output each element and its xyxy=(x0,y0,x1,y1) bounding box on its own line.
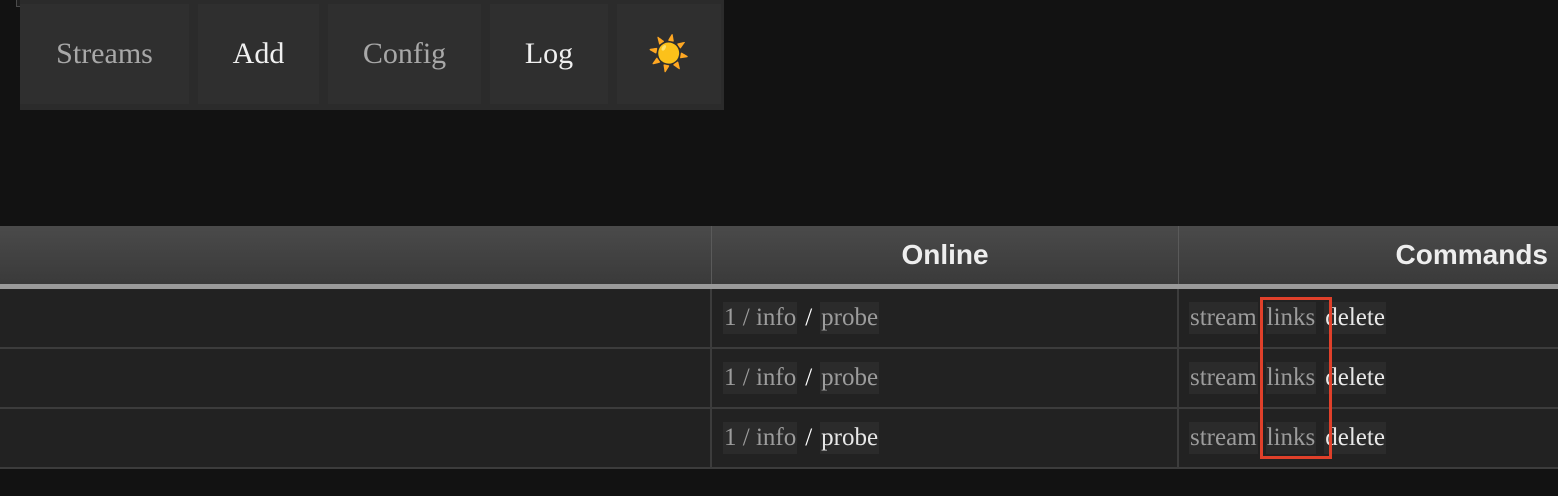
commands-cell: stream links delete xyxy=(1179,289,1558,347)
stream-name-cell xyxy=(0,349,712,407)
info-link[interactable]: 1 / info xyxy=(723,302,798,334)
links-link[interactable]: links xyxy=(1265,422,1317,454)
probe-link[interactable]: probe xyxy=(820,302,880,334)
links-link[interactable]: links xyxy=(1265,362,1317,394)
probe-link[interactable]: probe xyxy=(820,422,880,454)
sun-icon: ☀️ xyxy=(647,36,691,73)
table-row: 1 / info / probe stream links delete xyxy=(0,289,1558,349)
main-nav: Streams Add Config Log ☀️ xyxy=(20,0,724,110)
commands-cell: stream links delete xyxy=(1179,349,1558,407)
header-name xyxy=(0,226,712,284)
nav-streams[interactable]: Streams xyxy=(20,4,189,104)
separator: / xyxy=(805,424,813,451)
table-row: 1 / info / probe stream links delete xyxy=(0,349,1558,409)
info-link[interactable]: 1 / info xyxy=(723,422,798,454)
delete-link[interactable]: delete xyxy=(1324,302,1386,334)
theme-toggle-button[interactable]: ☀️ xyxy=(617,4,721,104)
links-link[interactable]: links xyxy=(1265,302,1317,334)
stream-name-cell xyxy=(0,289,712,347)
header-online: Online xyxy=(712,226,1179,284)
online-cell: 1 / info / probe xyxy=(712,349,1179,407)
header-commands: Commands xyxy=(1395,239,1548,270)
table-header: Online Commands xyxy=(0,226,1558,289)
separator: / xyxy=(805,364,813,391)
streams-table: Online Commands 1 / info / probe stream … xyxy=(0,226,1558,469)
info-link[interactable]: 1 / info xyxy=(723,362,798,394)
delete-link[interactable]: delete xyxy=(1324,362,1386,394)
stream-link[interactable]: stream xyxy=(1189,422,1258,454)
online-cell: 1 / info / probe xyxy=(712,409,1179,467)
nav-add[interactable]: Add xyxy=(198,4,319,104)
separator: / xyxy=(805,304,813,331)
stream-link[interactable]: stream xyxy=(1189,302,1258,334)
delete-link[interactable]: delete xyxy=(1324,422,1386,454)
online-cell: 1 / info / probe xyxy=(712,289,1179,347)
stream-link[interactable]: stream xyxy=(1189,362,1258,394)
nav-log[interactable]: Log xyxy=(490,4,608,104)
commands-cell: stream links delete xyxy=(1179,409,1558,467)
probe-link[interactable]: probe xyxy=(820,362,880,394)
stream-name-cell xyxy=(0,409,712,467)
table-row: 1 / info / probe stream links delete xyxy=(0,409,1558,469)
nav-config[interactable]: Config xyxy=(328,4,481,104)
